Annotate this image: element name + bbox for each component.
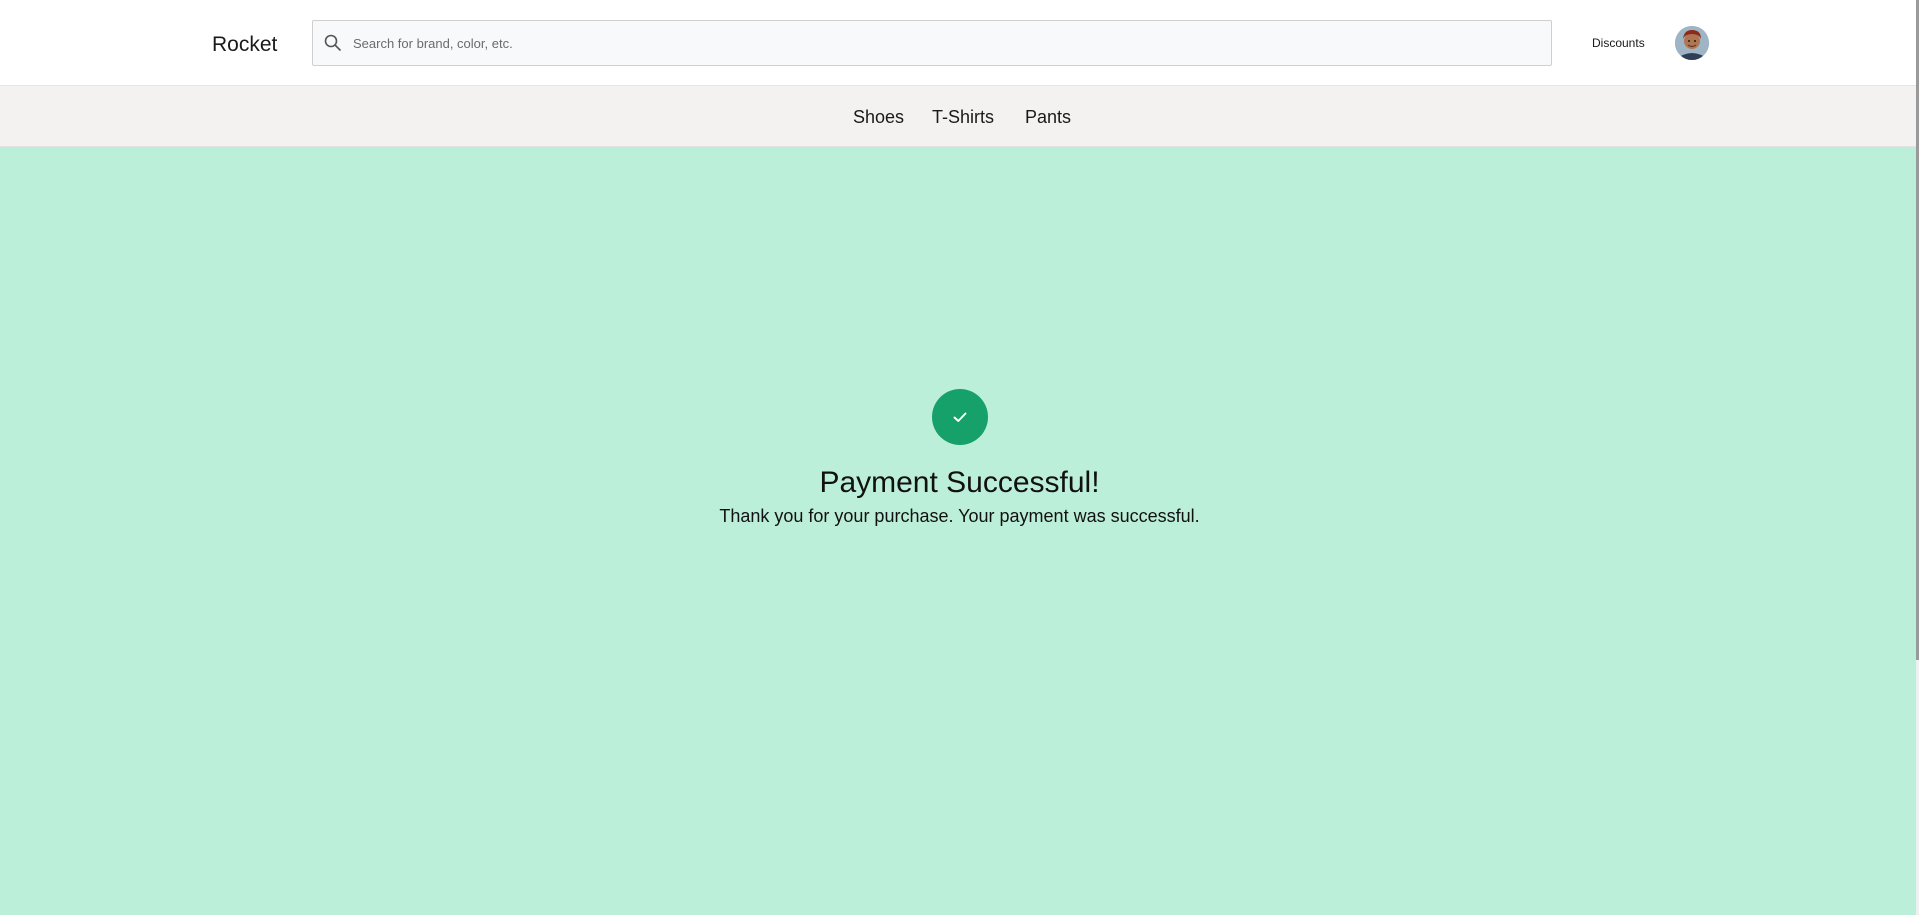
success-title: Payment Successful! <box>819 466 1100 499</box>
search-input[interactable] <box>353 21 1533 65</box>
nav-item-t-shirts[interactable]: T-Shirts <box>932 106 994 128</box>
nav-item-shoes[interactable]: Shoes <box>853 106 904 128</box>
search-icon <box>323 33 343 53</box>
success-message: Thank you for your purchase. Your paymen… <box>719 506 1200 526</box>
nav-item-pants[interactable]: Pants <box>1025 106 1071 128</box>
category-nav: Shoes T-Shirts Pants <box>0 86 1916 147</box>
page: Rocket Discounts Shoes <box>0 0 1919 915</box>
payment-success-panel: Payment Successful! Thank you for your p… <box>0 147 1916 915</box>
user-avatar[interactable] <box>1675 26 1709 60</box>
check-icon <box>953 412 967 422</box>
logo[interactable]: Rocket <box>212 30 277 60</box>
top-header: Rocket Discounts <box>0 0 1916 86</box>
discounts-link[interactable]: Discounts <box>1592 35 1645 51</box>
search-bar[interactable] <box>312 20 1552 66</box>
success-badge <box>932 389 988 445</box>
